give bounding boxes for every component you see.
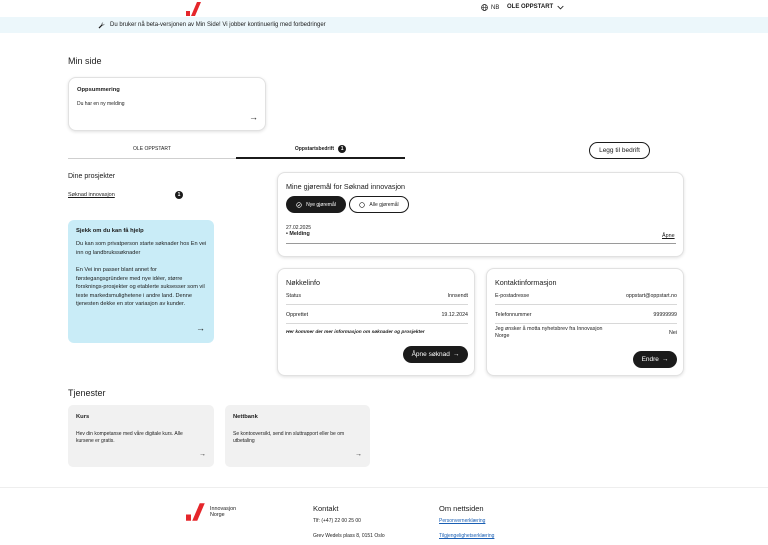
innovasjon-norge-logo-icon xyxy=(186,2,201,16)
footer-accessibility-link[interactable]: Tilgjengelighetserklæring xyxy=(439,533,494,539)
open-application-button[interactable]: Åpne søknad → xyxy=(403,346,468,363)
newsletter-value: Nei xyxy=(669,330,677,336)
project-item[interactable]: Søknad innovasjon 1 xyxy=(68,191,183,199)
open-application-label: Åpne søknad xyxy=(411,351,450,358)
service-card-kurs[interactable]: Kurs Hev din kompetanse med våre digital… xyxy=(68,405,214,467)
add-company-button[interactable]: Legg til bedrift xyxy=(589,142,650,159)
filter-all-tasks[interactable]: Alle gjøremål xyxy=(349,196,409,213)
phone-label: Telefonnummer xyxy=(495,312,532,318)
service-kurs-title: Kurs xyxy=(76,414,90,420)
tab-ole-oppstart[interactable]: OLE OPPSTART xyxy=(68,146,236,152)
email-label: E-postadresse xyxy=(495,293,530,299)
page-title: Min side xyxy=(68,56,102,66)
help-box-title: Sjekk om du kan få hjelp xyxy=(76,228,144,234)
footer-logo: Innovasjon Norge xyxy=(186,503,236,521)
phone-value: 99999999 xyxy=(653,312,677,318)
globe-icon xyxy=(481,4,488,11)
add-company-label: Legg til bedrift xyxy=(599,147,640,154)
created-value: 19.12.2024 xyxy=(441,312,468,318)
check-circle-icon xyxy=(296,201,302,208)
key-info-title: Nøkkelinfo xyxy=(286,278,320,287)
tab-ole-oppstart-label: OLE OPPSTART xyxy=(133,146,171,152)
tasks-title: Mine gjøremål for Søknad innovasjon xyxy=(286,182,406,191)
footer-about-heading: Om nettsiden xyxy=(439,504,484,513)
status-label: Status xyxy=(286,293,302,299)
language-label: NB xyxy=(491,4,500,11)
key-info-row-created: Opprettet 19.12.2024 xyxy=(286,312,468,318)
task-item: • Melding xyxy=(286,231,310,237)
tasks-card: Mine gjøremål for Søknad innovasjon Nye … xyxy=(277,172,684,257)
task-open-link[interactable]: Åpne xyxy=(662,233,675,239)
contact-row-phone: Telefonnummer 99999999 xyxy=(495,312,677,318)
contact-info-title: Kontaktinformasjon xyxy=(495,278,557,287)
summary-card-text: Du har en ny melding xyxy=(77,101,125,107)
contact-divider xyxy=(495,304,677,305)
edit-contact-label: Endre xyxy=(641,356,659,363)
help-box[interactable]: Sjekk om du kan få hjelp Du kan som priv… xyxy=(68,220,214,343)
arrow-right-icon: → xyxy=(199,451,206,458)
key-info-card: Nøkkelinfo Status Innsendt Opprettet 19.… xyxy=(277,268,475,376)
user-name: OLE OPPSTART xyxy=(507,4,554,10)
service-card-nettbank[interactable]: Nettbank Se kontooversikt, send inn slut… xyxy=(225,405,370,467)
projects-heading: Dine prosjekter xyxy=(68,173,116,180)
footer-address: Grev Wedels plass 8, 0151 Oslo xyxy=(313,533,385,539)
chevron-down-icon xyxy=(557,5,564,9)
services-heading: Tjenester xyxy=(68,388,106,398)
key-info-note: Her kommer der mer informasjon om søknad… xyxy=(286,330,425,335)
footer-phone: Tlf: (+47) 22 00 25 00 xyxy=(313,518,361,524)
project-badge: 1 xyxy=(175,191,183,199)
tab-active-indicator xyxy=(236,157,405,159)
contact-row-newsletter: Jeg ønsker å motta nyhetsbrev fra Innova… xyxy=(495,326,677,340)
filter-new-label: Nye gjøremål xyxy=(306,201,336,208)
summary-card-title: Oppsummering xyxy=(77,87,120,93)
innovasjon-norge-logo-icon xyxy=(186,503,205,521)
beta-banner-text: Du bruker nå beta-versjonen av Min Side!… xyxy=(110,22,326,28)
footer-privacy-link[interactable]: Personvernerklæring xyxy=(439,518,485,524)
footer-divider xyxy=(0,487,768,488)
service-nettbank-title: Nettbank xyxy=(233,414,258,420)
edit-contact-button[interactable]: Endre → xyxy=(633,351,677,368)
radio-icon xyxy=(359,201,366,208)
tab-oppstartsbedrift[interactable]: Oppstartsbedrift 1 xyxy=(236,145,405,153)
project-item-link[interactable]: Søknad innovasjon xyxy=(68,192,115,198)
tab-oppstartsbedrift-label: Oppstartsbedrift xyxy=(294,146,335,152)
key-info-row-status: Status Innsendt xyxy=(286,293,468,299)
contact-divider xyxy=(495,323,677,324)
summary-card[interactable]: Oppsummering Du har en ny melding → xyxy=(68,77,266,131)
wrench-icon xyxy=(98,22,105,28)
service-nettbank-text: Se kontooversikt, send inn sluttrapport … xyxy=(233,431,345,444)
header-logo[interactable] xyxy=(186,2,202,16)
created-label: Opprettet xyxy=(286,312,309,318)
arrow-right-icon: → xyxy=(196,323,205,333)
filter-new-tasks[interactable]: Nye gjøremål xyxy=(286,196,346,213)
beta-banner: Du bruker nå beta-versjonen av Min Side!… xyxy=(0,17,768,33)
notification-badge: 1 xyxy=(338,145,347,153)
task-divider xyxy=(286,243,676,244)
arrow-right-icon: → xyxy=(452,351,460,358)
email-value: oppstart@oppstart.no xyxy=(625,293,677,299)
arrow-right-icon: → xyxy=(355,451,362,458)
language-selector[interactable]: NB xyxy=(481,4,499,11)
contact-row-email: E-postadresse oppstart@oppstart.no xyxy=(495,293,677,299)
help-box-paragraph-1: Du kan som privatperson starte søknader … xyxy=(76,241,207,256)
help-box-paragraph-2: En Vei inn passer blant annet for første… xyxy=(76,267,205,307)
arrow-right-icon: → xyxy=(661,356,669,363)
newsletter-label: Jeg ønsker å motta nyhetsbrev fra Innova… xyxy=(495,326,603,339)
filter-all-label: Alle gjøremål xyxy=(369,201,399,208)
task-label: Melding xyxy=(289,231,310,237)
user-menu[interactable]: OLE OPPSTART xyxy=(507,4,564,10)
status-value: Innsendt xyxy=(447,293,468,299)
key-info-divider xyxy=(286,304,468,305)
arrow-right-icon: → xyxy=(249,112,258,122)
footer-contact-heading: Kontakt xyxy=(313,504,339,513)
service-kurs-text: Hev din kompetanse med våre digitale kur… xyxy=(76,431,183,444)
key-info-divider xyxy=(286,323,468,324)
contact-info-card: Kontaktinformasjon E-postadresse oppstar… xyxy=(486,268,684,376)
footer-logo-line2: Norge xyxy=(210,512,225,518)
